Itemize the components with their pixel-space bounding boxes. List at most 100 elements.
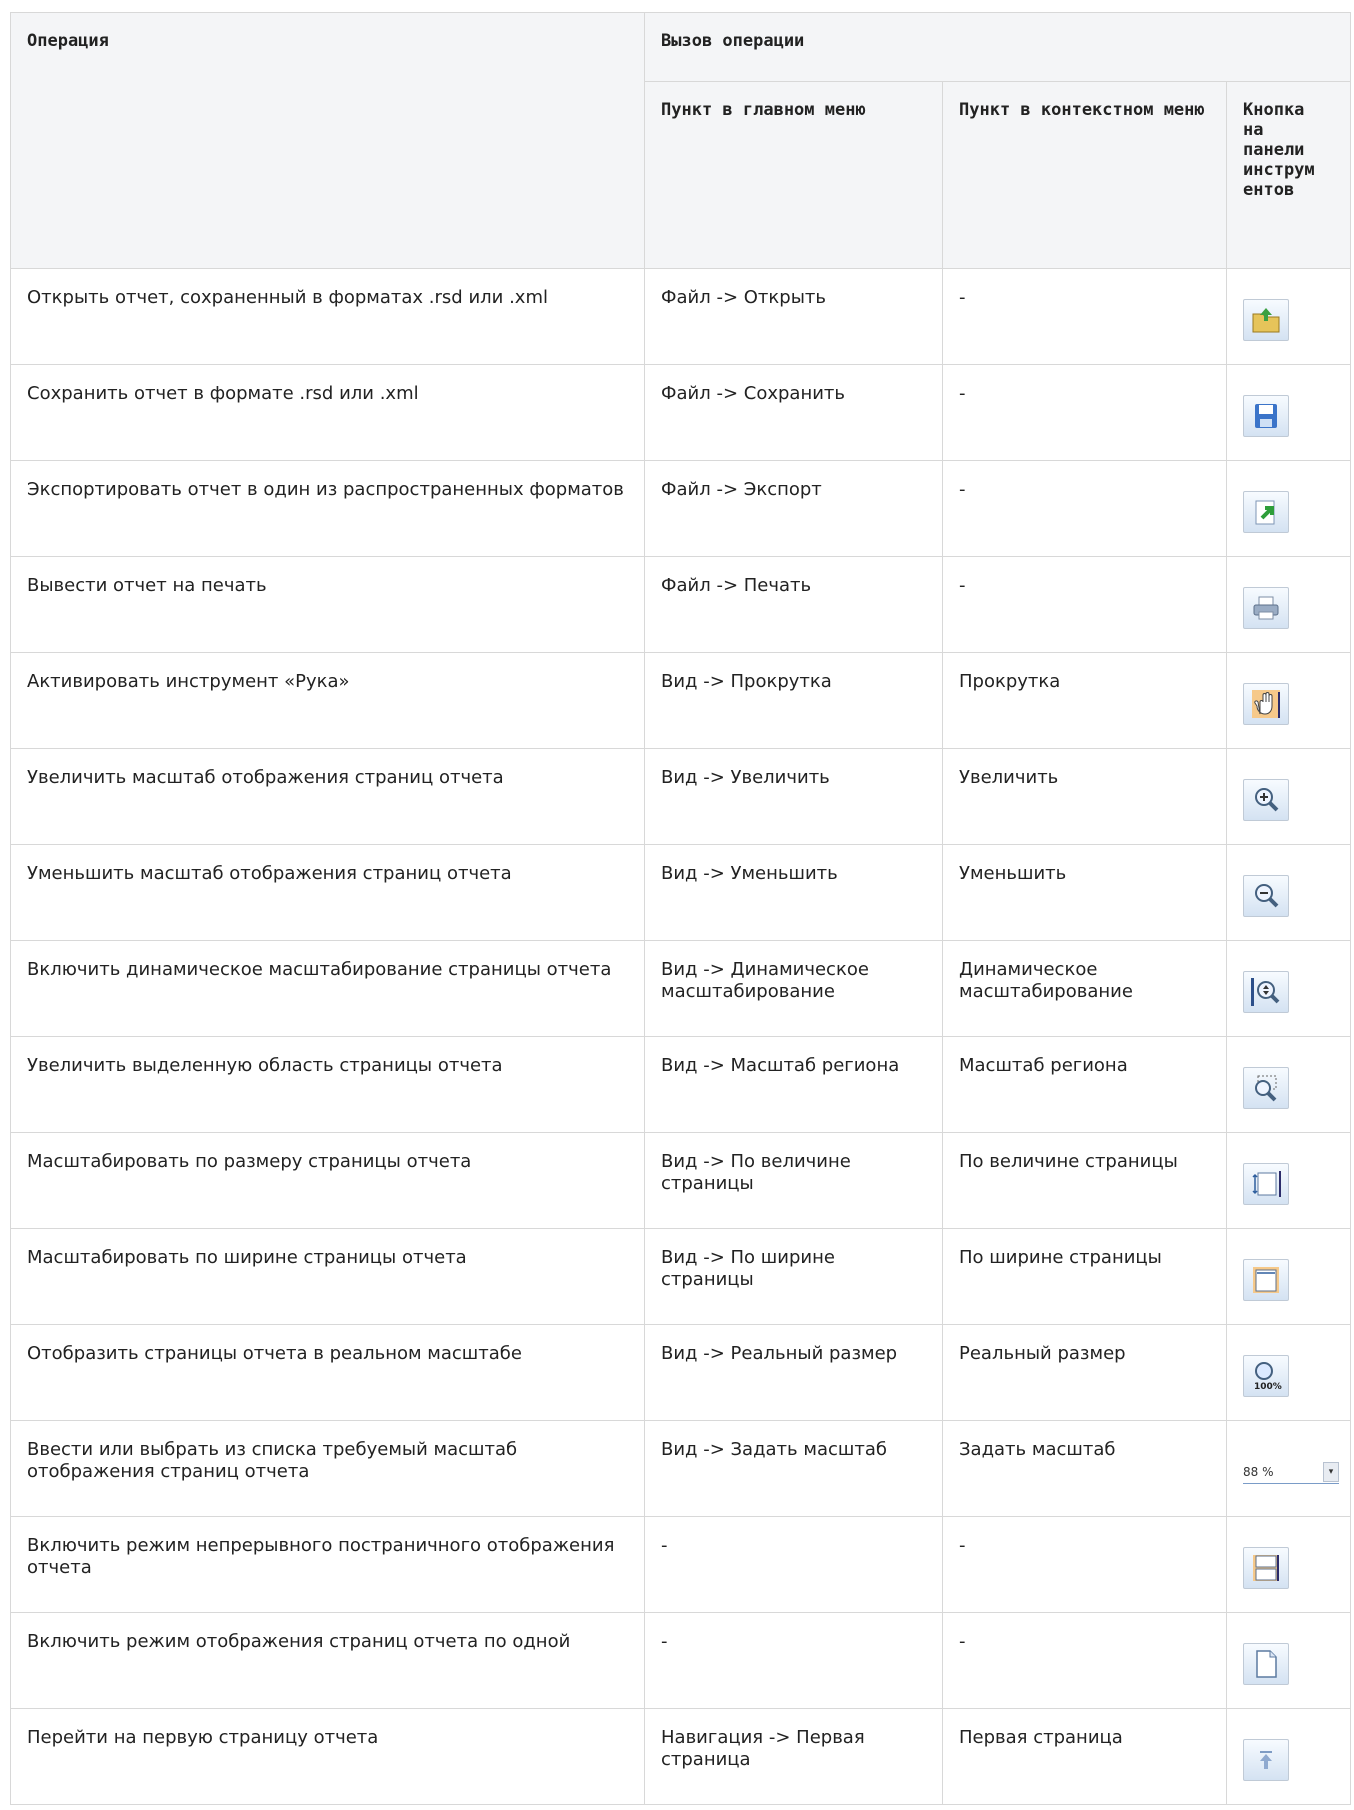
context-menu-cell: Прокрутка [942,652,1227,749]
table-row: Экспортировать отчет в один из распростр… [10,460,1351,557]
toolbar-button-cell [1226,268,1351,365]
operation-cell: Открыть отчет, сохраненный в форматах .r… [10,268,645,365]
toolbar-button-cell: 100% [1226,1324,1351,1421]
header-operation: Операция [10,12,645,269]
table-row: Отобразить страницы отчета в реальном ма… [10,1324,1351,1421]
dynamic-zoom-icon[interactable] [1243,971,1289,1013]
toolbar-button-cell: 88 % ▾ [1226,1420,1351,1517]
fit-width-icon[interactable] [1243,1259,1289,1301]
main-menu-cell: Навигация -> Первая страница [644,1708,943,1805]
operation-cell: Уменьшить масштаб отображения страниц от… [10,844,645,941]
toolbar-button-cell [1226,748,1351,845]
actual-size-icon[interactable]: 100% [1243,1355,1289,1397]
zoom-level-value: 88 % [1243,1465,1274,1479]
operation-cell: Активировать инструмент «Рука» [10,652,645,749]
hand-icon[interactable] [1243,683,1289,725]
operation-cell: Включить режим непрерывного постраничног… [10,1516,645,1613]
zoom-region-icon[interactable] [1243,1067,1289,1109]
operation-cell: Увеличить выделенную область страницы от… [10,1036,645,1133]
export-icon[interactable] [1243,491,1289,533]
toolbar-button-cell [1226,364,1351,461]
table-row: Ввести или выбрать из списка требуемый м… [10,1420,1351,1517]
operation-cell: Отобразить страницы отчета в реальном ма… [10,1324,645,1421]
toolbar-button-cell [1226,1228,1351,1325]
table-row: Открыть отчет, сохраненный в форматах .r… [10,268,1351,365]
main-menu-cell: Файл -> Экспорт [644,460,943,557]
main-menu-cell: Вид -> По величине страницы [644,1132,943,1229]
toolbar-button-cell [1226,1612,1351,1709]
first-page-icon[interactable] [1243,1739,1289,1781]
open-folder-icon[interactable] [1243,299,1289,341]
table-row: Вывести отчет на печать Файл -> Печать - [10,556,1351,653]
operation-cell: Включить режим отображения страниц отчет… [10,1612,645,1709]
context-menu-cell: Реальный размер [942,1324,1227,1421]
table-row: Уменьшить масштаб отображения страниц от… [10,844,1351,941]
table-row: Активировать инструмент «Рука» Вид -> Про… [10,652,1351,749]
context-menu-cell: Задать масштаб [942,1420,1227,1517]
zoom-in-icon[interactable] [1243,779,1289,821]
table-row: Масштабировать по ширине страницы отчета… [10,1228,1351,1325]
toolbar-button-cell [1226,1516,1351,1613]
table-row: Сохранить отчет в формате .rsd или .xml Ф… [10,364,1351,461]
operation-cell: Перейти на первую страницу отчета [10,1708,645,1805]
operation-cell: Масштабировать по размеру страницы отчет… [10,1132,645,1229]
main-menu-cell: Вид -> Масштаб региона [644,1036,943,1133]
operations-table: Операция Вызов операции Пункт в главном … [10,12,1351,1805]
toolbar-button-cell [1226,1708,1351,1805]
context-menu-cell: Динамическое масштабирование [942,940,1227,1037]
context-menu-cell: - [942,460,1227,557]
table-row: Включить динамическое масштабирование ст… [10,940,1351,1037]
context-menu-cell: - [942,556,1227,653]
operation-cell: Увеличить масштаб отображения страниц от… [10,748,645,845]
zoom-out-icon[interactable] [1243,875,1289,917]
operation-cell: Вывести отчет на печать [10,556,645,653]
context-menu-cell: Увеличить [942,748,1227,845]
toolbar-button-cell [1226,460,1351,557]
fit-page-icon[interactable] [1243,1163,1289,1205]
context-menu-cell: Масштаб региона [942,1036,1227,1133]
context-menu-cell: - [942,364,1227,461]
table-row: Включить режим отображения страниц отчет… [10,1612,1351,1709]
main-menu-cell: Вид -> Увеличить [644,748,943,845]
zoom-level-select[interactable]: 88 % ▾ [1243,1461,1339,1484]
operation-cell: Экспортировать отчет в один из распростр… [10,460,645,557]
table-row: Включить режим непрерывного постраничног… [10,1516,1351,1613]
table-row: Увеличить выделенную область страницы от… [10,1036,1351,1133]
toolbar-button-cell [1226,556,1351,653]
main-menu-cell: Вид -> Динамическое масштабирование [644,940,943,1037]
main-menu-cell: Вид -> По ширине страницы [644,1228,943,1325]
main-menu-cell: Вид -> Задать масштаб [644,1420,943,1517]
toolbar-button-cell [1226,652,1351,749]
context-menu-cell: - [942,268,1227,365]
main-menu-cell: Файл -> Печать [644,556,943,653]
table-row: Масштабировать по размеру страницы отчет… [10,1132,1351,1229]
header-toolbar-button: Кнопка на панели инструм ентов [1226,81,1351,269]
operation-cell: Масштабировать по ширине страницы отчета [10,1228,645,1325]
main-menu-cell: Вид -> Уменьшить [644,844,943,941]
main-menu-cell: Вид -> Прокрутка [644,652,943,749]
printer-icon[interactable] [1243,587,1289,629]
context-menu-cell: - [942,1612,1227,1709]
save-disk-icon[interactable] [1243,395,1289,437]
context-menu-cell: - [942,1516,1227,1613]
operation-cell: Ввести или выбрать из списка требуемый м… [10,1420,645,1517]
context-menu-cell: По ширине страницы [942,1228,1227,1325]
continuous-pages-icon[interactable] [1243,1547,1289,1589]
operation-cell: Включить динамическое масштабирование ст… [10,940,645,1037]
header-context-menu: Пункт в контекстном меню [942,81,1227,269]
svg-text:100%: 100% [1254,1382,1282,1392]
toolbar-button-cell [1226,1036,1351,1133]
main-menu-cell: Вид -> Реальный размер [644,1324,943,1421]
operation-cell: Сохранить отчет в формате .rsd или .xml [10,364,645,461]
single-page-icon[interactable] [1243,1643,1289,1685]
header-invocation: Вызов операции [644,12,1351,82]
toolbar-button-cell [1226,1132,1351,1229]
context-menu-cell: Первая страница [942,1708,1227,1805]
main-menu-cell: - [644,1516,943,1613]
dropdown-arrow-icon[interactable]: ▾ [1323,1462,1339,1482]
table-row: Увеличить масштаб отображения страниц от… [10,748,1351,845]
context-menu-cell: Уменьшить [942,844,1227,941]
toolbar-button-cell [1226,940,1351,1037]
table-row: Перейти на первую страницу отчета Навигац… [10,1708,1351,1805]
context-menu-cell: По величине страницы [942,1132,1227,1229]
